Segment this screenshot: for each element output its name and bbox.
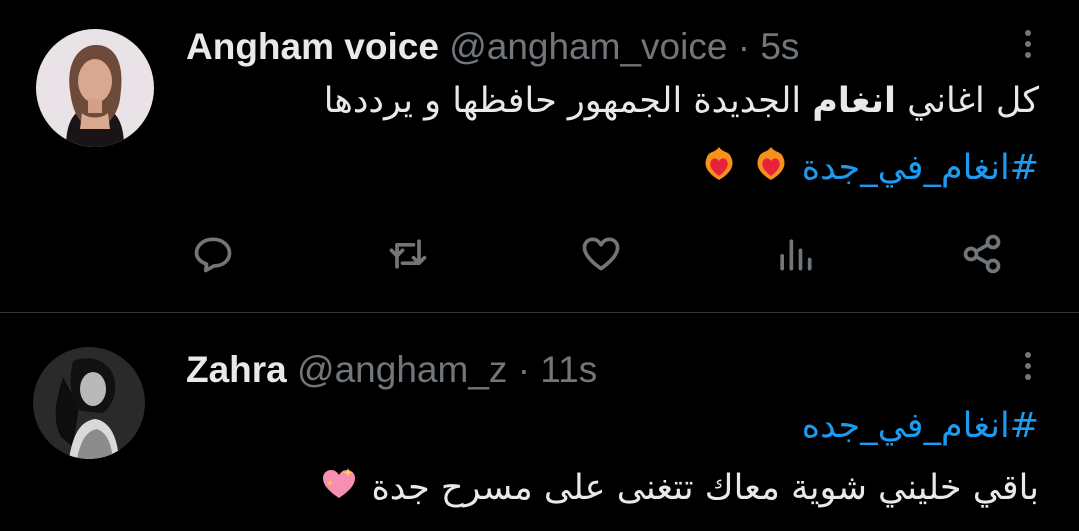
tweet[interactable]: Angham voice @angham_voice · 5s كل اغاني…	[0, 0, 1079, 312]
tweet-actions	[0, 224, 1079, 284]
hashtag-link[interactable]: #انغام_في_جده	[802, 406, 1039, 446]
timestamp[interactable]: 5s	[760, 26, 799, 67]
tweet-text-line: #انغام_في_جده	[802, 403, 1039, 449]
retweet-icon[interactable]	[383, 224, 433, 284]
text-segment: كل اغاني	[895, 81, 1039, 121]
tweet-text-line: كل اغاني انغام الجديدة الجمهور حافظها و …	[324, 78, 1039, 124]
tweet[interactable]: Zahra @angham_z · 11s #انغام_في_جده باقي…	[0, 313, 1079, 531]
reply-icon[interactable]	[188, 224, 238, 284]
handle[interactable]: @angham_voice	[449, 26, 727, 67]
tweet-header: Zahra @angham_z · 11s	[186, 348, 597, 392]
avatar[interactable]	[33, 347, 145, 459]
tweet-text-line: باقي خليني شوية معاك تتغنى على مسرح جدة	[318, 462, 1039, 516]
separator-dot: ·	[737, 26, 751, 67]
heart-on-fire-icon	[699, 143, 739, 195]
timestamp[interactable]: 11s	[540, 349, 597, 390]
views-icon[interactable]	[770, 224, 820, 284]
display-name[interactable]: Angham voice	[186, 26, 439, 67]
separator-dot: ·	[517, 349, 531, 390]
text-segment: الجديدة الجمهور حافظها و يرددها	[323, 81, 813, 121]
handle[interactable]: @angham_z	[297, 349, 507, 390]
text-bold-segment: انغام	[812, 81, 896, 121]
avatar-image	[33, 347, 145, 459]
display-name[interactable]: Zahra	[186, 349, 287, 390]
more-options-icon[interactable]	[1023, 352, 1033, 380]
avatar[interactable]	[36, 29, 154, 147]
tweet-header: Angham voice @angham_voice · 5s	[186, 25, 799, 69]
tweet-text-line: #انغام_في_جدة	[699, 143, 1039, 195]
sparkling-heart-icon	[318, 462, 360, 516]
like-icon[interactable]	[576, 224, 626, 284]
avatar-image	[36, 29, 154, 147]
hashtag-link[interactable]: #انغام_في_جدة	[802, 148, 1039, 188]
share-icon[interactable]	[957, 224, 1007, 284]
more-options-icon[interactable]	[1023, 30, 1033, 58]
heart-on-fire-icon	[751, 143, 791, 195]
text-segment: باقي خليني شوية معاك تتغنى على مسرح جدة	[371, 468, 1039, 508]
